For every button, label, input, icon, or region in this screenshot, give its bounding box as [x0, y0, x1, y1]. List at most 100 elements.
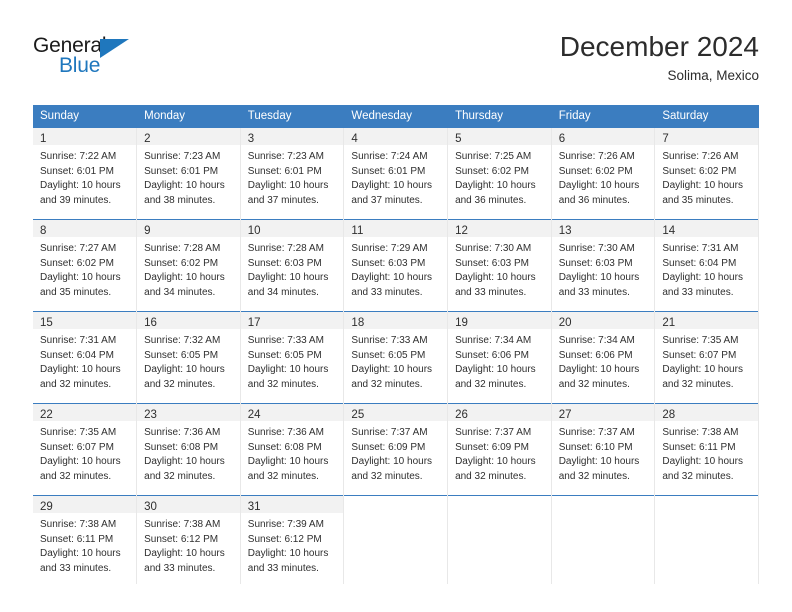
day-cell-content: 22 Sunrise: 7:35 AM Sunset: 6:07 PM Dayl… — [33, 404, 137, 495]
day-details: Sunrise: 7:39 AM Sunset: 6:12 PM Dayligh… — [241, 513, 344, 576]
daylight-text-line2: and 32 minutes. — [351, 470, 423, 482]
weekday-header-tuesday: Tuesday — [240, 105, 345, 128]
daylight-text-line2: and 35 minutes. — [662, 194, 734, 206]
calendar-day-cell[interactable]: 9 Sunrise: 7:28 AM Sunset: 6:02 PM Dayli… — [136, 219, 241, 312]
day-cell-content: 20 Sunrise: 7:34 AM Sunset: 6:06 PM Dayl… — [551, 312, 655, 403]
daylight-text-line2: and 32 minutes. — [247, 470, 319, 482]
day-number: 27 — [558, 409, 572, 421]
day-number-row: 17 — [240, 312, 344, 329]
daylight-text-line2: and 36 minutes. — [558, 194, 630, 206]
day-cell-content: 26 Sunrise: 7:37 AM Sunset: 6:09 PM Dayl… — [448, 404, 551, 495]
sunset-text: Sunset: 6:01 PM — [40, 165, 114, 177]
calendar-day-cell[interactable]: 16 Sunrise: 7:32 AM Sunset: 6:05 PM Dayl… — [136, 311, 241, 404]
calendar-day-cell[interactable]: 14 Sunrise: 7:31 AM Sunset: 6:04 PM Dayl… — [654, 219, 759, 312]
day-details: Sunrise: 7:25 AM Sunset: 6:02 PM Dayligh… — [448, 145, 551, 208]
calendar-day-cell[interactable]: 18 Sunrise: 7:33 AM Sunset: 6:05 PM Dayl… — [343, 311, 449, 404]
calendar-day-cell[interactable]: 6 Sunrise: 7:26 AM Sunset: 6:02 PM Dayli… — [551, 127, 656, 220]
day-number-row: 14 — [655, 220, 758, 237]
daylight-text-line1: Daylight: 10 hours — [247, 548, 329, 559]
day-details: Sunrise: 7:37 AM Sunset: 6:10 PM Dayligh… — [552, 421, 655, 484]
day-number: 8 — [40, 225, 47, 237]
page-title: December 2024 — [559, 31, 759, 62]
day-number-row: 13 — [551, 220, 655, 237]
calendar-day-cell[interactable]: 20 Sunrise: 7:34 AM Sunset: 6:06 PM Dayl… — [551, 311, 656, 404]
day-number-row: 12 — [448, 220, 551, 237]
day-number: 26 — [455, 409, 468, 421]
calendar-day-cell[interactable]: 17 Sunrise: 7:33 AM Sunset: 6:05 PM Dayl… — [240, 311, 345, 404]
calendar-day-cell[interactable]: 31 Sunrise: 7:39 AM Sunset: 6:12 PM Dayl… — [240, 495, 345, 584]
weekday-header-sunday: Sunday — [33, 105, 138, 128]
logo-text-blue: Blue — [59, 54, 101, 77]
sunset-text: Sunset: 6:03 PM — [351, 257, 426, 269]
calendar-day-cell[interactable]: 12 Sunrise: 7:30 AM Sunset: 6:03 PM Dayl… — [447, 219, 552, 312]
calendar-day-cell[interactable]: 23 Sunrise: 7:36 AM Sunset: 6:08 PM Dayl… — [136, 403, 241, 496]
sunset-text: Sunset: 6:02 PM — [662, 165, 737, 177]
sunrise-text: Sunrise: 7:39 AM — [247, 519, 324, 530]
day-details: Sunrise: 7:33 AM Sunset: 6:05 PM Dayligh… — [241, 329, 344, 392]
daylight-text-line1: Daylight: 10 hours — [558, 456, 640, 467]
daylight-text-line2: and 32 minutes. — [144, 470, 216, 482]
calendar-day-cell[interactable]: 25 Sunrise: 7:37 AM Sunset: 6:09 PM Dayl… — [343, 403, 449, 496]
day-number: 21 — [662, 317, 676, 329]
day-cell-content: 9 Sunrise: 7:28 AM Sunset: 6:02 PM Dayli… — [137, 220, 240, 311]
daylight-text-line2: and 39 minutes. — [40, 194, 112, 206]
calendar-day-cell-empty — [343, 495, 449, 584]
sunrise-text: Sunrise: 7:36 AM — [247, 427, 324, 438]
day-number-row: 7 — [655, 128, 758, 145]
day-details: Sunrise: 7:32 AM Sunset: 6:05 PM Dayligh… — [137, 329, 240, 392]
day-number-row: 29 — [33, 496, 137, 513]
day-number-row: 18 — [344, 312, 448, 329]
daylight-text-line1: Daylight: 10 hours — [40, 456, 121, 467]
day-cell-content: 28 Sunrise: 7:38 AM Sunset: 6:11 PM Dayl… — [655, 404, 758, 495]
daylight-text-line1: Daylight: 10 hours — [144, 456, 225, 467]
day-cell-content: 24 Sunrise: 7:36 AM Sunset: 6:08 PM Dayl… — [240, 404, 344, 495]
calendar-day-cell[interactable]: 26 Sunrise: 7:37 AM Sunset: 6:09 PM Dayl… — [447, 403, 552, 496]
calendar-day-cell[interactable]: 11 Sunrise: 7:29 AM Sunset: 6:03 PM Dayl… — [343, 219, 449, 312]
daylight-text-line1: Daylight: 10 hours — [144, 180, 225, 191]
calendar-day-cell[interactable]: 29 Sunrise: 7:38 AM Sunset: 6:11 PM Dayl… — [33, 495, 138, 584]
calendar-day-cell[interactable]: 1 Sunrise: 7:22 AM Sunset: 6:01 PM Dayli… — [33, 127, 138, 220]
calendar-day-cell[interactable]: 10 Sunrise: 7:28 AM Sunset: 6:03 PM Dayl… — [240, 219, 345, 312]
calendar-day-cell[interactable]: 5 Sunrise: 7:25 AM Sunset: 6:02 PM Dayli… — [447, 127, 552, 220]
day-details: Sunrise: 7:38 AM Sunset: 6:11 PM Dayligh… — [655, 421, 758, 484]
day-cell-content: 23 Sunrise: 7:36 AM Sunset: 6:08 PM Dayl… — [137, 404, 240, 495]
daylight-text-line2: and 32 minutes. — [247, 378, 319, 390]
day-number-row — [344, 496, 447, 513]
day-details: Sunrise: 7:35 AM Sunset: 6:07 PM Dayligh… — [33, 421, 136, 484]
calendar-day-cell[interactable]: 13 Sunrise: 7:30 AM Sunset: 6:03 PM Dayl… — [551, 219, 656, 312]
daylight-text-line1: Daylight: 10 hours — [351, 272, 433, 283]
day-cell-content: 30 Sunrise: 7:38 AM Sunset: 6:12 PM Dayl… — [137, 496, 240, 584]
calendar-day-cell[interactable]: 7 Sunrise: 7:26 AM Sunset: 6:02 PM Dayli… — [654, 127, 759, 220]
sunrise-text: Sunrise: 7:35 AM — [662, 335, 739, 346]
day-cell-content: 21 Sunrise: 7:35 AM Sunset: 6:07 PM Dayl… — [655, 312, 758, 403]
day-details: Sunrise: 7:33 AM Sunset: 6:05 PM Dayligh… — [344, 329, 447, 392]
day-number-row: 6 — [551, 128, 655, 145]
general-blue-logo[interactable]: General Blue — [33, 34, 253, 84]
day-number: 12 — [455, 225, 468, 237]
title-block: December 2024 Solima, Mexico — [560, 30, 759, 85]
calendar-day-cell[interactable]: 27 Sunrise: 7:37 AM Sunset: 6:10 PM Dayl… — [551, 403, 656, 496]
calendar-day-cell[interactable]: 2 Sunrise: 7:23 AM Sunset: 6:01 PM Dayli… — [136, 127, 241, 220]
calendar-day-cell[interactable]: 22 Sunrise: 7:35 AM Sunset: 6:07 PM Dayl… — [33, 403, 138, 496]
day-cell-content: 15 Sunrise: 7:31 AM Sunset: 6:04 PM Dayl… — [33, 312, 137, 403]
calendar-day-cell[interactable]: 8 Sunrise: 7:27 AM Sunset: 6:02 PM Dayli… — [33, 219, 138, 312]
day-number: 30 — [144, 501, 157, 513]
day-details: Sunrise: 7:26 AM Sunset: 6:02 PM Dayligh… — [552, 145, 655, 208]
day-details: Sunrise: 7:36 AM Sunset: 6:08 PM Dayligh… — [137, 421, 240, 484]
sunset-text: Sunset: 6:11 PM — [40, 533, 114, 545]
sunrise-text: Sunrise: 7:23 AM — [247, 151, 324, 162]
day-details: Sunrise: 7:22 AM Sunset: 6:01 PM Dayligh… — [33, 145, 136, 208]
sunrise-text: Sunrise: 7:35 AM — [40, 427, 117, 438]
calendar-day-cell[interactable]: 21 Sunrise: 7:35 AM Sunset: 6:07 PM Dayl… — [654, 311, 759, 404]
calendar-day-cell[interactable]: 4 Sunrise: 7:24 AM Sunset: 6:01 PM Dayli… — [343, 127, 449, 220]
day-cell-content: 16 Sunrise: 7:32 AM Sunset: 6:05 PM Dayl… — [137, 312, 240, 403]
weekday-header-saturday: Saturday — [654, 105, 759, 128]
calendar-day-cell[interactable]: 15 Sunrise: 7:31 AM Sunset: 6:04 PM Dayl… — [33, 311, 138, 404]
calendar-day-cell[interactable]: 28 Sunrise: 7:38 AM Sunset: 6:11 PM Dayl… — [654, 403, 759, 496]
calendar-header-row: Sunday Monday Tuesday Wednesday Thursday… — [33, 105, 759, 128]
calendar-day-cell[interactable]: 30 Sunrise: 7:38 AM Sunset: 6:12 PM Dayl… — [136, 495, 241, 584]
sunrise-text: Sunrise: 7:37 AM — [455, 427, 532, 438]
calendar-day-cell[interactable]: 24 Sunrise: 7:36 AM Sunset: 6:08 PM Dayl… — [240, 403, 345, 496]
calendar-day-cell[interactable]: 3 Sunrise: 7:23 AM Sunset: 6:01 PM Dayli… — [240, 127, 345, 220]
calendar-day-cell[interactable]: 19 Sunrise: 7:34 AM Sunset: 6:06 PM Dayl… — [447, 311, 552, 404]
